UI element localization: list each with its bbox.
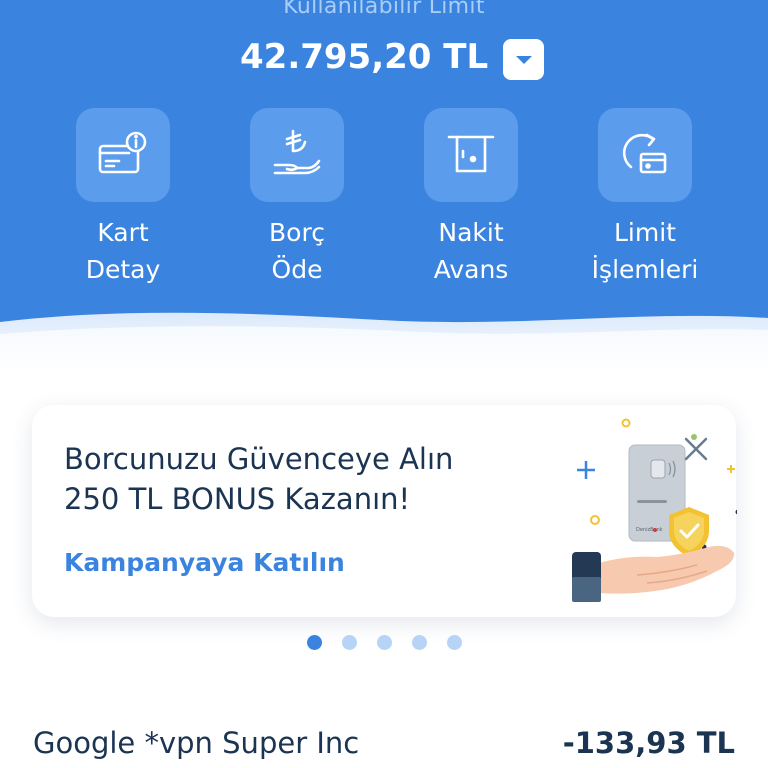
carousel-dot-5[interactable] [446, 635, 462, 650]
transaction-row[interactable]: Google *vpn Super Inc -133,93 TL [0, 718, 768, 768]
action-cash-advance[interactable]: Nakit Avans [384, 108, 558, 288]
action-pay-debt-label: Borç Öde [210, 214, 384, 288]
limit-row: 42.795,20 TL [0, 36, 768, 80]
join-campaign-link[interactable]: Kampanyaya Katılın [64, 548, 345, 577]
action-tile[interactable] [424, 108, 518, 202]
action-card-details-label: Kart Detay [36, 214, 210, 288]
carousel-dot-2[interactable] [341, 635, 357, 650]
promo-title-line: 250 TL BONUS Kazanın! [64, 482, 411, 516]
label-line: Limit [614, 218, 676, 247]
label-line: Borç [269, 218, 325, 247]
label-line: Detay [85, 255, 161, 284]
close-icon[interactable] [681, 434, 711, 464]
chevron-down-icon [515, 55, 532, 64]
promo-title-line: Borcunuzu Güvenceye Alın [64, 442, 454, 476]
action-limit-operations[interactable]: Limit İşlemleri [558, 108, 732, 288]
label-line: İşlemleri [591, 255, 699, 284]
limit-refresh-icon [622, 133, 667, 174]
label-line: Kart [97, 218, 149, 247]
carousel-dot-1[interactable] [306, 635, 322, 650]
action-limit-operations-label: Limit İşlemleri [558, 214, 732, 288]
available-limit-amount: 42.795,20 TL [240, 37, 489, 77]
header-wave [0, 312, 768, 375]
label-line: Nakit [438, 218, 504, 247]
action-tile[interactable] [598, 108, 692, 202]
carousel-dot-4[interactable] [411, 635, 427, 650]
label-line: Öde [271, 255, 323, 284]
carousel-pagination [0, 635, 768, 650]
label-line: Avans [433, 255, 509, 284]
promo-title: Borcunuzu Güvenceye Alın 250 TL BONUS Ka… [64, 439, 453, 519]
card-brand-text: DenizBank [636, 527, 663, 533]
atm-cash-icon [447, 135, 495, 173]
lira-hand-icon [273, 129, 321, 175]
promo-card[interactable]: Borcunuzu Güvenceye Alın 250 TL BONUS Ka… [32, 405, 737, 617]
transaction-amount: -133,93 TL [562, 726, 735, 760]
card-info-icon [98, 131, 147, 174]
action-tile[interactable] [250, 108, 344, 202]
transaction-merchant: Google *vpn Super Inc [33, 726, 360, 760]
action-card-details[interactable]: Kart Detay [36, 108, 210, 288]
limit-details-toggle[interactable] [503, 39, 544, 80]
carousel-dot-3[interactable] [376, 635, 392, 650]
action-cash-advance-label: Nakit Avans [384, 214, 558, 288]
action-pay-debt[interactable]: Borç Öde [210, 108, 384, 288]
available-limit-label: Kullanılabilir Limit [283, 0, 485, 19]
action-tile[interactable] [76, 108, 170, 202]
